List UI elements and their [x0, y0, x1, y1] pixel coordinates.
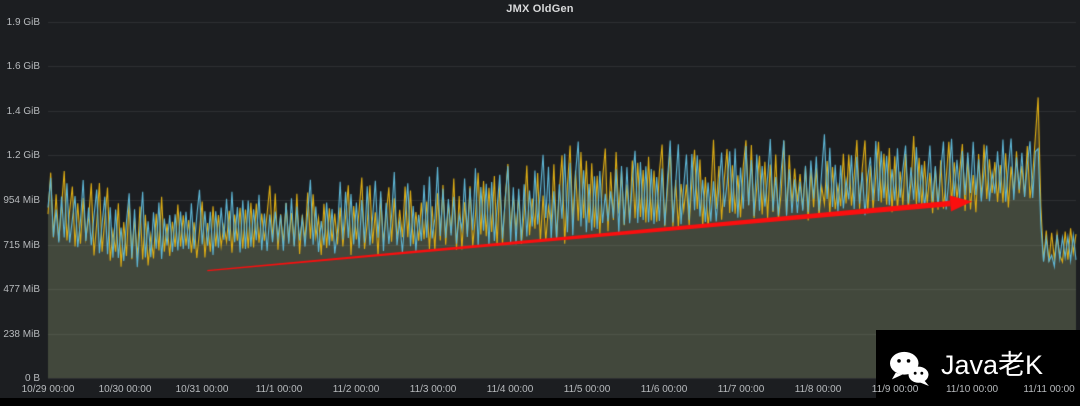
wechat-icon [890, 351, 929, 387]
watermark-text: Java老K [941, 349, 1044, 380]
panel-title: JMX OldGen [506, 3, 574, 15]
watermark: Java老K [876, 330, 1080, 406]
grafana-panel: JMX OldGen 0 B 238 MiB 477 MiB 715 MiB 954 M… [0, 0, 1080, 406]
